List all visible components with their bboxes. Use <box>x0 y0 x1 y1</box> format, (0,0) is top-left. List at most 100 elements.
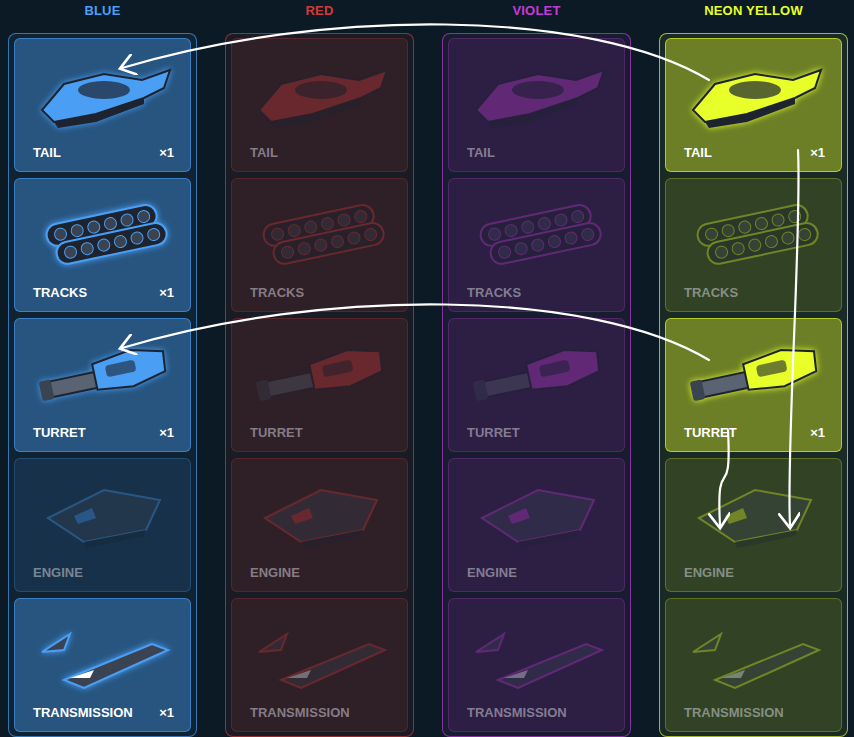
part-count: ×1 <box>159 705 174 720</box>
parts-panel: TAIL ×1 TRACKS TURRET ×1 ENGINE TRANSMISSION <box>659 33 848 737</box>
part-label: TRACKS <box>33 285 87 300</box>
arrow-icon <box>122 24 709 80</box>
part-label: TRACKS <box>467 285 521 300</box>
part-label: ENGINE <box>33 565 83 580</box>
part-image <box>33 39 174 145</box>
part-footer: TURRET ×1 <box>684 425 825 441</box>
parts-collection: BLUETAIL×1TRACKS×1TURRET×1ENGINETRANSMIS… <box>0 0 854 737</box>
part-footer: TRACKS <box>250 285 391 301</box>
part-card[interactable]: ENGINE <box>14 458 191 592</box>
part-image <box>33 319 174 425</box>
part-card[interactable]: TURRET <box>448 318 625 452</box>
part-label: ENGINE <box>467 565 517 580</box>
part-image <box>467 179 608 285</box>
part-label: TAIL <box>250 145 278 160</box>
part-card[interactable]: TRACKS <box>665 178 842 312</box>
part-image <box>250 319 391 425</box>
part-footer: TRACKS <box>684 285 825 301</box>
turret-icon <box>34 332 174 412</box>
part-footer: TRACKS <box>467 285 608 301</box>
part-image <box>684 39 825 145</box>
part-card[interactable]: TRANSMISSION <box>665 598 842 732</box>
part-label: TRACKS <box>684 285 738 300</box>
part-footer: ENGINE <box>250 565 391 581</box>
tracks-icon <box>468 192 608 272</box>
column-header: NEON YELLOW <box>659 0 848 28</box>
part-count: ×1 <box>159 145 174 160</box>
parts-panel: TAIL TRACKS TURRET ENGINE TRANSMISSION <box>442 33 631 737</box>
part-footer: TRANSMISSION <box>250 705 391 721</box>
part-image <box>467 39 608 145</box>
part-card[interactable]: TRACKS <box>448 178 625 312</box>
tail-icon <box>468 52 608 132</box>
part-footer: TRANSMISSION <box>467 705 608 721</box>
part-label: TURRET <box>684 425 737 440</box>
part-label: TAIL <box>33 145 61 160</box>
transmission-icon <box>685 612 825 692</box>
part-footer: ENGINE <box>467 565 608 581</box>
part-image <box>467 459 608 565</box>
tail-icon <box>34 52 174 132</box>
part-card[interactable]: TRACKS×1 <box>14 178 191 312</box>
part-count: ×1 <box>159 425 174 440</box>
part-image <box>684 459 825 565</box>
part-image <box>467 319 608 425</box>
part-card[interactable]: TURRET <box>231 318 408 452</box>
part-count: ×1 <box>810 425 825 440</box>
part-footer: TRANSMISSION <box>684 705 825 721</box>
part-footer: TAIL <box>250 145 391 161</box>
part-label: ENGINE <box>250 565 300 580</box>
part-image <box>250 179 391 285</box>
column-header: BLUE <box>8 0 197 28</box>
part-card[interactable]: TURRET×1 <box>14 318 191 452</box>
part-label: TRANSMISSION <box>33 705 133 720</box>
turret-icon <box>685 332 825 412</box>
part-footer: ENGINE <box>684 565 825 581</box>
part-image <box>250 459 391 565</box>
part-footer: TURRET <box>250 425 391 441</box>
engine-icon <box>251 472 391 552</box>
part-image <box>467 599 608 705</box>
tracks-icon <box>685 192 825 272</box>
part-label: TURRET <box>467 425 520 440</box>
part-card[interactable]: TAIL ×1 <box>665 38 842 172</box>
column-header: VIOLET <box>442 0 631 28</box>
part-label: TAIL <box>684 145 712 160</box>
tracks-icon <box>34 192 174 272</box>
arrow-icon <box>719 430 728 526</box>
part-footer: ENGINE <box>33 565 174 581</box>
color-column: BLUETAIL×1TRACKS×1TURRET×1ENGINETRANSMIS… <box>8 0 197 737</box>
color-column: VIOLET TAIL TRACKS TURRET ENGINE TRANSMISSION <box>442 0 631 737</box>
part-card[interactable]: TRANSMISSION ×1 <box>14 598 191 732</box>
transmission-icon <box>251 612 391 692</box>
part-footer: TURRET <box>467 425 608 441</box>
part-card[interactable]: ENGINE <box>231 458 408 592</box>
part-footer: TAIL <box>467 145 608 161</box>
part-footer: TURRET×1 <box>33 425 174 441</box>
part-card[interactable]: TRANSMISSION <box>448 598 625 732</box>
part-footer: TAIL ×1 <box>33 145 174 161</box>
transmission-icon <box>468 612 608 692</box>
part-card[interactable]: TRACKS <box>231 178 408 312</box>
part-card[interactable]: TURRET ×1 <box>665 318 842 452</box>
part-image <box>250 39 391 145</box>
parts-panel: TAIL×1TRACKS×1TURRET×1ENGINETRANSMISSION… <box>8 33 197 737</box>
part-image <box>250 599 391 705</box>
part-image <box>684 319 825 425</box>
annotation-layer <box>0 0 854 737</box>
part-card[interactable]: ENGINE <box>665 458 842 592</box>
tail-icon <box>685 52 825 132</box>
part-label: TRACKS <box>250 285 304 300</box>
part-card[interactable]: TAIL ×1 <box>14 38 191 172</box>
arrow-icon <box>789 150 798 526</box>
part-label: TRANSMISSION <box>684 705 784 720</box>
part-card[interactable]: TAIL <box>448 38 625 172</box>
part-card[interactable]: TRANSMISSION <box>231 598 408 732</box>
part-image <box>684 599 825 705</box>
arrow-icon <box>122 304 709 360</box>
part-card[interactable]: ENGINE <box>448 458 625 592</box>
part-count: ×1 <box>810 145 825 160</box>
color-column: NEON YELLOW TAIL ×1 TRACKS TURRET ×1 ENGINE TRA… <box>659 0 848 737</box>
part-card[interactable]: TAIL <box>231 38 408 172</box>
engine-icon <box>468 472 608 552</box>
